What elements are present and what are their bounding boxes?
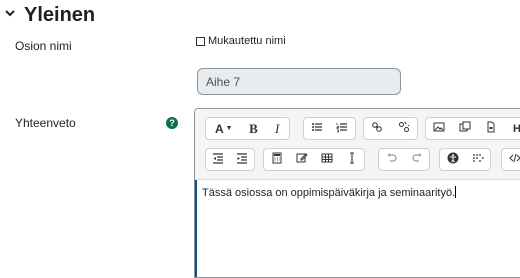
rich-text-editor[interactable]: A ▼ B I Tässä osiossa on oppimispäiväkir… — [194, 108, 520, 278]
insert-media-button[interactable] — [452, 118, 478, 139]
image-icon — [433, 121, 445, 136]
table-icon — [321, 152, 333, 167]
bold-button[interactable]: B — [242, 118, 266, 139]
font-size-button[interactable]: A ▼ — [206, 118, 242, 139]
editor-content: Tässä osiossa on oppimispäiväkirja ja se… — [202, 187, 456, 199]
custom-name-checkbox[interactable] — [196, 36, 205, 46]
section-name-input[interactable]: Aihe 7 — [197, 68, 401, 95]
manage-files-button[interactable] — [478, 118, 504, 139]
ordered-list-button[interactable] — [330, 118, 356, 139]
section-name-value: Aihe 7 — [206, 74, 241, 89]
chevron-down-icon[interactable] — [4, 6, 16, 24]
editor-toolbar: A ▼ B I — [195, 109, 520, 180]
table-button[interactable] — [314, 149, 339, 170]
italic-button[interactable]: I — [265, 118, 289, 139]
file-icon — [485, 121, 497, 136]
html-source-button[interactable] — [502, 149, 520, 170]
screenreader-helper-button[interactable] — [465, 149, 490, 170]
toolbar-group-media: H — [425, 117, 520, 140]
text-cursor-icon — [346, 152, 358, 167]
toolbar-group-font: A ▼ B I — [205, 117, 290, 140]
section-title: Yleinen — [24, 3, 96, 26]
link-button[interactable] — [364, 118, 391, 139]
link-icon — [371, 121, 383, 136]
undo-icon — [386, 152, 398, 167]
toolbar-group-access — [439, 148, 491, 171]
section-name-label: Osion nimi — [15, 39, 72, 53]
section-header[interactable]: Yleinen — [4, 4, 95, 26]
toolbar-group-history — [378, 148, 430, 171]
editor-content-text: Tässä osiossa on oppimispäiväkirja ja se… — [202, 186, 457, 199]
custom-name-checkbox-label[interactable]: Mukautettu nimi — [208, 35, 286, 47]
pencil-square-icon — [296, 152, 308, 167]
toolbar-group-links — [363, 117, 418, 140]
caret-down-icon: ▼ — [225, 125, 233, 132]
code-icon — [509, 152, 520, 167]
redo-button[interactable] — [404, 149, 429, 170]
clear-formatting-button[interactable] — [339, 149, 364, 170]
numbered-list-icon — [336, 121, 348, 136]
toolbar-group-html — [501, 148, 520, 171]
equation-button[interactable] — [264, 149, 289, 170]
custom-name-checkbox-row[interactable]: Mukautettu nimi — [196, 35, 286, 47]
outdent-button[interactable] — [206, 149, 230, 170]
indent-button[interactable] — [230, 149, 254, 170]
bullet-list-icon — [311, 121, 323, 136]
help-icon[interactable]: ? — [166, 117, 178, 129]
text-caret — [455, 186, 457, 198]
toolbar-group-indent — [205, 148, 255, 171]
braille-icon — [472, 152, 484, 167]
accessibility-icon — [447, 152, 459, 167]
media-icon — [459, 121, 471, 136]
summary-label: Yhteenveto — [15, 116, 76, 130]
redo-icon — [411, 152, 423, 167]
calculator-icon — [271, 152, 283, 167]
toolbar-group-lists — [303, 117, 356, 140]
outdent-icon — [212, 152, 224, 167]
edit-button[interactable] — [289, 149, 314, 170]
toolbar-group-insert — [263, 148, 365, 171]
editor-content-area[interactable]: Tässä osiossa on oppimispäiväkirja ja se… — [195, 180, 520, 277]
undo-button[interactable] — [379, 149, 404, 170]
unordered-list-button[interactable] — [304, 118, 330, 139]
indent-icon — [236, 152, 248, 167]
unlink-icon — [398, 121, 410, 136]
insert-image-button[interactable] — [426, 118, 452, 139]
accessibility-checker-button[interactable] — [440, 149, 465, 170]
h5p-button[interactable]: H — [504, 118, 520, 139]
unlink-button[interactable] — [391, 118, 418, 139]
